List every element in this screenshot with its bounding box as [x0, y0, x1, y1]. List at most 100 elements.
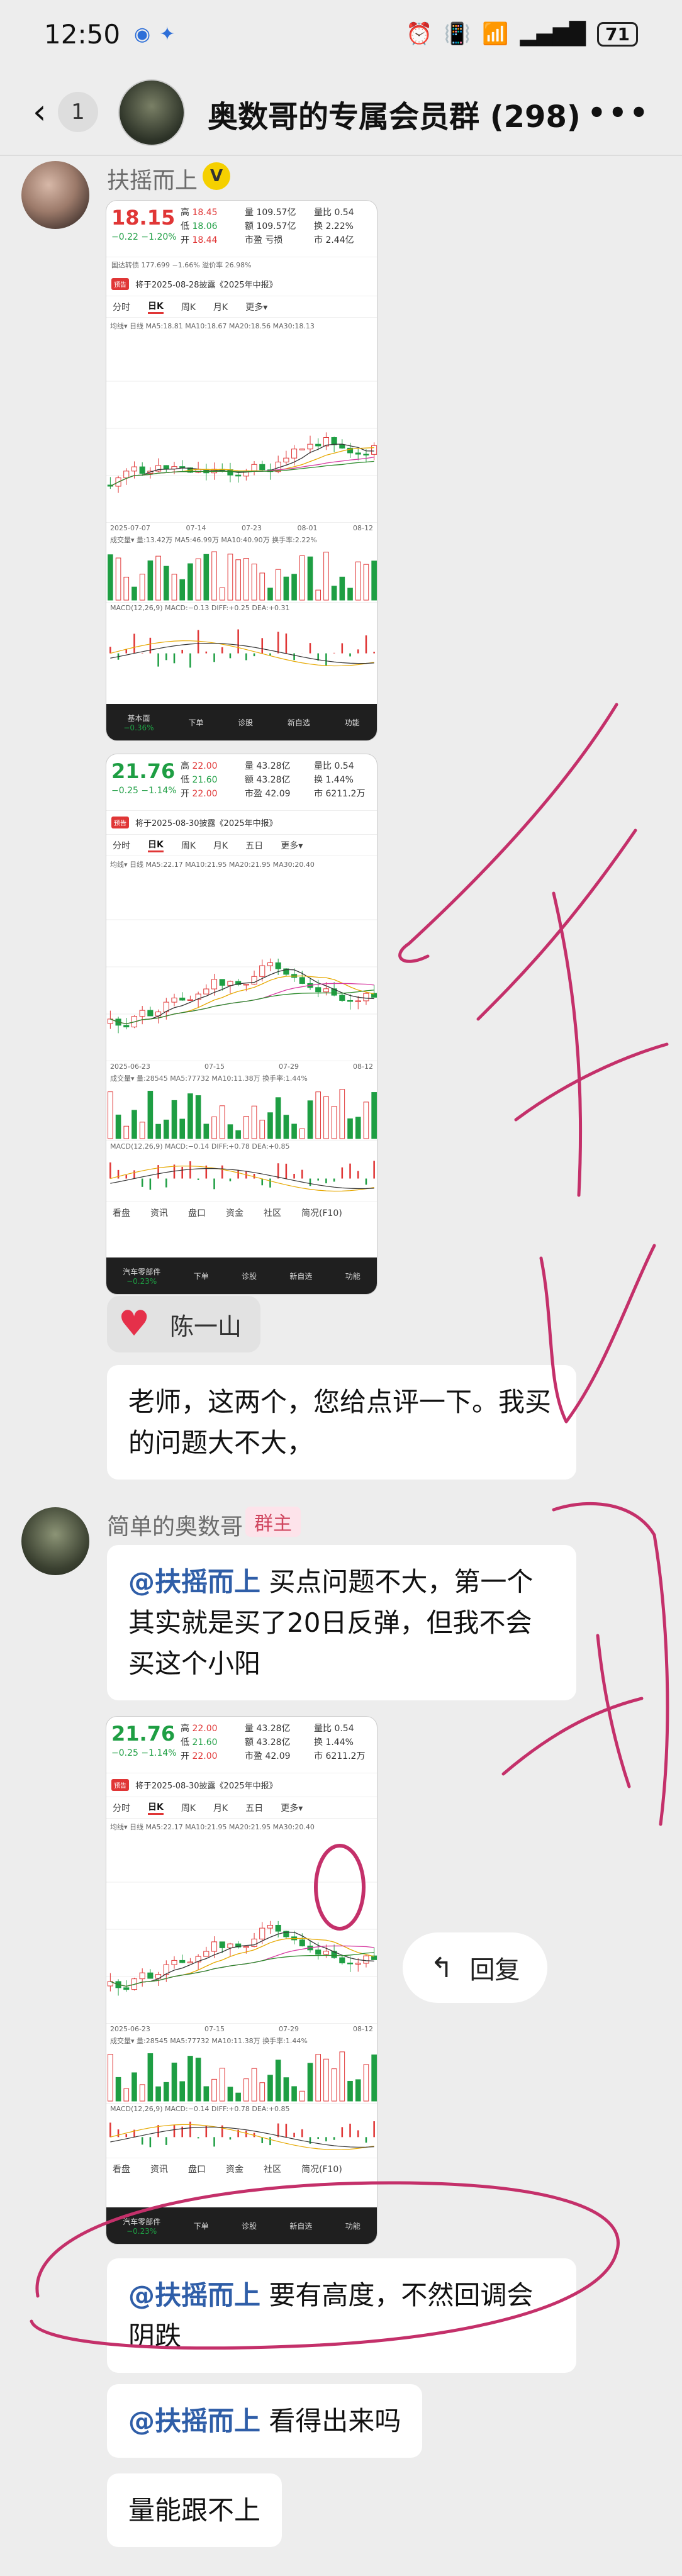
mention[interactable]: @扶摇而上 [128, 2406, 260, 2436]
volume-bar [235, 559, 241, 601]
bottom-diagnose[interactable]: 诊股 [242, 1271, 257, 1281]
back-arrow-icon[interactable]: ‹ [33, 92, 47, 131]
tab-news[interactable]: 资讯 [150, 2163, 168, 2175]
tab-daily[interactable]: 日K [148, 1800, 164, 1815]
quote-ratio: 量比 0.54 [314, 208, 354, 218]
macd-bar [181, 649, 183, 654]
bottom-order[interactable]: 下单 [194, 2221, 209, 2231]
volume-bar [195, 558, 201, 601]
tab-orderbook[interactable]: 盘口 [188, 2163, 206, 2175]
tab-weekly[interactable]: 周K [181, 839, 196, 852]
bottom-order[interactable]: 下单 [194, 1271, 209, 1281]
report-notice[interactable]: 预告 将于2025-08-30披露《2025年中报》 [106, 811, 377, 835]
unread-count-badge[interactable]: 1 [58, 92, 98, 132]
group-title[interactable]: 奥数哥的专属会员群 (298) [208, 92, 581, 136]
tab-monthly[interactable]: 月K [213, 301, 228, 313]
volume-chart[interactable]: 成交量▾ 量:13.42万 MA5:46.99万 MA10:40.90万 换手率… [106, 533, 377, 603]
kline-chart[interactable] [106, 1835, 377, 2024]
macd-chart[interactable]: MACD(12,26,9) MACD:−0.13 DIFF:+0.25 DEA:… [106, 603, 377, 684]
location-icon: ◉ [134, 23, 151, 45]
reply-button[interactable]: ↰ 回复 [403, 1932, 547, 2003]
tab-more[interactable]: 更多▾ [245, 301, 267, 313]
stock-price: 18.15 [111, 206, 176, 230]
message-bubble[interactable]: @扶摇而上 看得出来吗 [107, 2384, 423, 2458]
mention[interactable]: @扶摇而上 [128, 2280, 260, 2311]
message-bubble[interactable]: 老师，这两个，您给点评一下。我买的问题大不大， [107, 1365, 576, 1480]
tab-weekly[interactable]: 周K [181, 1802, 196, 1814]
macd-bar [261, 1178, 264, 1186]
report-notice[interactable]: 预告 将于2025-08-30披露《2025年中报》 [106, 1773, 377, 1797]
tab-daily[interactable]: 日K [148, 299, 164, 314]
tab-minute[interactable]: 分时 [113, 839, 130, 852]
stock-screenshot-1[interactable]: 18.15 −0.22 −1.20% 高 18.45 低 18.06 开 18.… [106, 200, 377, 741]
tab-more[interactable]: 更多▾ [281, 1802, 303, 1814]
tab-more[interactable]: 更多▾ [281, 839, 303, 852]
quote-amount: 额 43.28亿 [245, 1737, 291, 1748]
volume-bar [227, 1124, 233, 1139]
group-avatar[interactable] [118, 79, 185, 146]
bottom-watchlist[interactable]: 新自选 [289, 2221, 312, 2231]
macd-chart[interactable]: MACD(12,26,9) MACD:−0.14 DIFF:+0.78 DEA:… [106, 2104, 377, 2158]
tab-monthly[interactable]: 月K [213, 1802, 228, 1814]
tab-orderbook[interactable]: 盘口 [188, 1207, 206, 1219]
volume-chart[interactable]: 成交量▾ 量:28545 MA5:77732 MA10:11.38万 换手率:1… [106, 2034, 377, 2104]
bottom-function[interactable]: 功能 [345, 1271, 361, 1281]
volume-bar [179, 1118, 186, 1139]
tab-monthly[interactable]: 月K [213, 839, 228, 852]
stock-screenshot-2[interactable]: 21.76 −0.25 −1.14% 高 22.00 低 21.60 开 22.… [106, 754, 377, 1295]
macd-svg [109, 629, 375, 668]
tab-minute[interactable]: 分时 [113, 301, 130, 313]
mention[interactable]: @扶摇而上 [128, 1566, 260, 1597]
volume-bar [163, 1119, 169, 1139]
bottom-diagnose[interactable]: 诊股 [242, 2221, 257, 2231]
candle-body [355, 1963, 361, 1965]
more-options-icon[interactable]: ••• [588, 96, 651, 130]
volume-bar [179, 2081, 186, 2102]
macd-chart[interactable]: MACD(12,26,9) MACD:−0.14 DIFF:+0.78 DEA:… [106, 1141, 377, 1202]
kline-chart[interactable] [106, 334, 377, 523]
tab-fiveday[interactable]: 五日 [245, 1802, 263, 1814]
macd-bar [189, 653, 191, 668]
volume-chart[interactable]: 成交量▾ 量:28545 MA5:77732 MA10:11.38万 换手率:1… [106, 1072, 377, 1141]
tab-funds[interactable]: 资金 [226, 1207, 243, 1219]
tab-weekly[interactable]: 周K [181, 301, 196, 313]
tab-watch[interactable]: 看盘 [113, 1207, 130, 1219]
tab-daily[interactable]: 日K [148, 838, 164, 852]
quote-high: 高 22.00 [181, 1724, 218, 1734]
bottom-sector[interactable]: 基本面 −0.36% [123, 713, 154, 732]
tab-f10[interactable]: 简况(F10) [301, 1207, 342, 1219]
volume-bar [339, 2051, 345, 2102]
sender-name: 扶摇而上 [107, 168, 198, 194]
candle-body [299, 1939, 305, 1946]
tab-minute[interactable]: 分时 [113, 1802, 130, 1814]
tab-community[interactable]: 社区 [264, 2163, 281, 2175]
macd-bar [141, 652, 143, 654]
sender-avatar-fuyao[interactable] [21, 161, 89, 229]
bottom-function[interactable]: 功能 [345, 2221, 361, 2231]
bottom-sector[interactable]: 汽车零部件 −0.23% [123, 1266, 160, 1286]
tab-fiveday[interactable]: 五日 [245, 839, 263, 852]
reaction-chip[interactable]: ♥ 陈一山 [107, 1296, 261, 1352]
tab-watch[interactable]: 看盘 [113, 2163, 130, 2175]
bottom-diagnose[interactable]: 诊股 [238, 717, 253, 728]
tab-funds[interactable]: 资金 [226, 2163, 243, 2175]
volume-bar [139, 1122, 145, 1139]
tab-f10[interactable]: 简况(F10) [301, 2163, 342, 2175]
macd-bar [317, 1178, 319, 1181]
message-bubble[interactable]: 量能跟不上 [107, 2473, 282, 2548]
bottom-watchlist[interactable]: 新自选 [288, 717, 310, 728]
report-notice[interactable]: 预告 将于2025-08-28披露《2025年中报》 [106, 272, 377, 296]
sender-avatar-owner[interactable] [21, 1507, 89, 1575]
bottom-order[interactable]: 下单 [188, 717, 203, 728]
kline-chart[interactable] [106, 873, 377, 1061]
message-bubble[interactable]: @扶摇而上 买点问题不大，第一个其实就是买了20日反弹，但我不会买这个小阳 [107, 1545, 576, 1701]
stock-screenshot-3[interactable]: 21.76 −0.25 −1.14% 高 22.00 低 21.60 开 22.… [106, 1716, 377, 2244]
bottom-function[interactable]: 功能 [345, 717, 360, 728]
bottom-watchlist[interactable]: 新自选 [289, 1271, 312, 1281]
message-bubble[interactable]: @扶摇而上 要有高度，不然回调会阴跌 [107, 2258, 576, 2373]
tab-news[interactable]: 资讯 [150, 1207, 168, 1219]
tab-community[interactable]: 社区 [264, 1207, 281, 1219]
volume-bar [355, 1117, 361, 1139]
bottom-sector[interactable]: 汽车零部件 −0.23% [123, 2216, 160, 2236]
date-axis: 2025-06-23 07-15 07-29 08-12 [106, 1061, 377, 1072]
